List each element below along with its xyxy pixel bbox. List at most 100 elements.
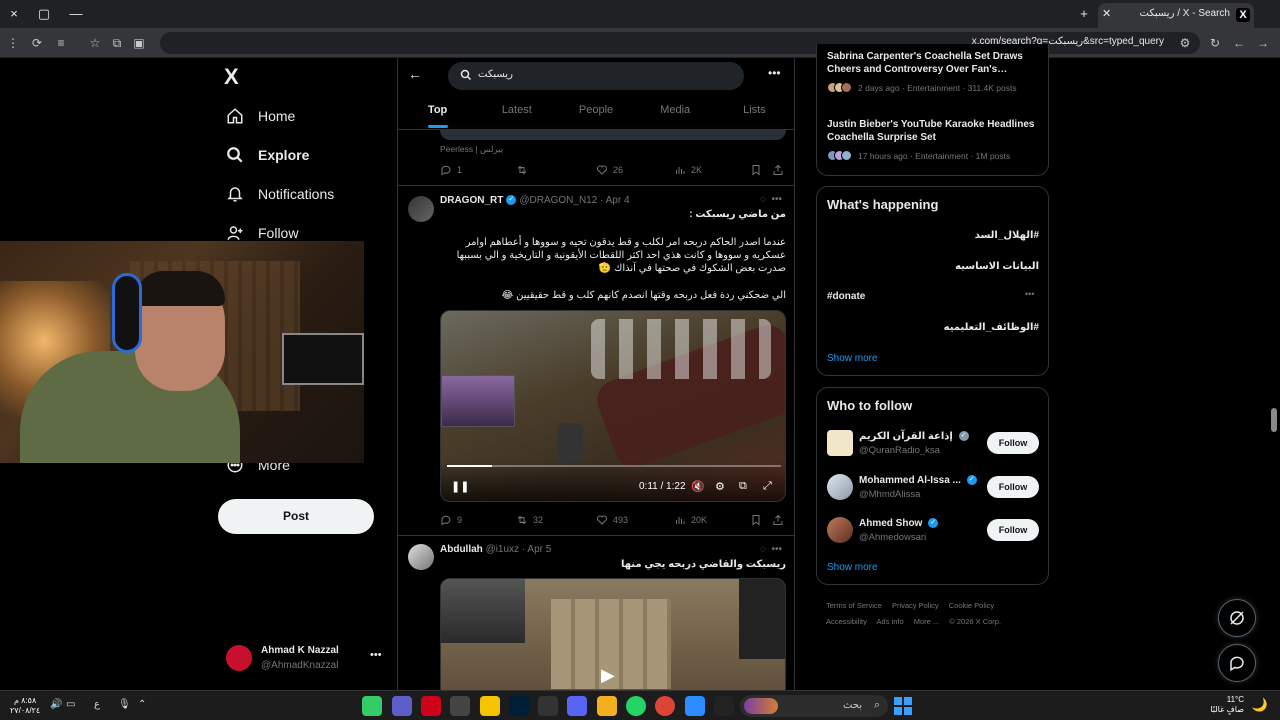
follow-button[interactable]: Follow [987, 432, 1039, 454]
avatar[interactable] [408, 544, 434, 570]
follow-button[interactable]: Follow [987, 519, 1039, 541]
app-adobe-icon[interactable] [421, 696, 441, 716]
views-button[interactable]: 2K [674, 164, 702, 176]
footer-link[interactable]: Cookie Policy [949, 601, 994, 610]
app-mouse-icon[interactable] [538, 696, 558, 716]
app-discord-icon[interactable] [567, 696, 587, 716]
nav-item-notifications[interactable]: Notifications [226, 180, 334, 208]
grok-icon[interactable]: ◌ [760, 544, 766, 555]
window-minimize-button[interactable]: — [66, 4, 86, 24]
install-app-icon[interactable]: ⧉ [108, 33, 126, 53]
repost-button[interactable]: 32 [516, 514, 543, 526]
site-settings-icon[interactable]: ⚙ [1176, 33, 1194, 53]
avatar[interactable] [827, 517, 853, 543]
app-obs-icon[interactable] [450, 696, 470, 716]
share-button[interactable] [772, 514, 784, 526]
post-button[interactable]: Post [218, 499, 374, 534]
microphone-icon[interactable]: 🎙 [118, 699, 131, 710]
pause-icon[interactable]: ❚❚ [451, 480, 469, 493]
extension-icon[interactable]: ⟳ [28, 33, 46, 53]
new-tab-button[interactable]: + [1074, 4, 1094, 24]
tweet-video[interactable]: ❚❚ 0:11 / 1:22 🔇 ⚙ ⧉ ⤢ [440, 310, 786, 502]
more-dots-icon[interactable]: ••• [370, 649, 382, 661]
follow-button[interactable]: Follow [987, 476, 1039, 498]
repost-button[interactable] [516, 164, 528, 176]
network-icon[interactable]: ▭ [66, 699, 75, 710]
views-button[interactable]: 20K [674, 514, 707, 526]
windows-start-icon[interactable] [894, 697, 912, 715]
playlist-icon[interactable]: ≡ [52, 33, 70, 53]
tweet-author[interactable]: Abdullah @i1uxz · Apr 5 [440, 544, 551, 555]
app-chrome-icon[interactable] [655, 696, 675, 716]
footer-link[interactable]: More ... [914, 617, 939, 626]
app-whatsapp-icon[interactable] [626, 696, 646, 716]
tweet[interactable]: DRAGON_RT ✓ @DRAGON_N12 · Apr 4 ◌ ••• من م… [398, 186, 794, 536]
avatar[interactable] [408, 196, 434, 222]
footer-link[interactable]: Privacy Policy [892, 601, 939, 610]
tweet-partial[interactable]: Peerless | بيرلس 1 26 2K [398, 124, 794, 186]
follow-suggestion[interactable]: Mohammed Al-Issa ... ✓ @MhmdAlissa Follo… [827, 472, 1039, 506]
tweet[interactable]: Abdullah @i1uxz · Apr 5 ◌ ••• ريسبكت وال… [398, 536, 794, 690]
app-notes-icon[interactable] [480, 696, 500, 716]
trend-title[interactable]: Justin Bieber's YouTube Karaoke Headline… [827, 118, 1039, 144]
app-epic-games-icon[interactable] [714, 696, 734, 716]
reply-button[interactable]: 1 [440, 164, 462, 176]
back-icon[interactable]: ← [1230, 33, 1248, 53]
footer-link[interactable]: Ads info [877, 617, 904, 626]
mute-icon[interactable]: 🔇 [691, 480, 705, 493]
nav-item-explore[interactable]: Explore [226, 141, 309, 169]
taskbar-clock[interactable]: ٨:٥٨ م ٢٧/٠٨/٢٤ [10, 696, 40, 716]
search-input[interactable]: ريسبكت [448, 62, 744, 90]
weather-widget[interactable]: 11°C صافٍ غالبًا [1210, 695, 1244, 715]
pip-icon[interactable]: ⧉ [739, 480, 747, 493]
suggestion-name[interactable]: إذاعة القرآن الكريم ✓ [859, 431, 972, 442]
like-button[interactable]: 26 [596, 164, 623, 176]
more-dots-icon[interactable]: ••• [771, 544, 782, 555]
input-language[interactable]: ع [94, 699, 100, 710]
footer-link[interactable]: Terms of Service [826, 601, 882, 610]
tweet-video[interactable]: ▶ [440, 578, 786, 690]
tweet-menu[interactable]: ◌ ••• [760, 194, 782, 205]
tab-lists[interactable]: Lists [715, 96, 794, 130]
tab-close-icon[interactable]: ✕ [1102, 7, 1111, 20]
account-switcher[interactable]: Ahmad K Nazzal @AhmadKnazzal ••• [226, 643, 386, 675]
back-arrow-icon[interactable]: ← [408, 66, 422, 82]
x-logo-icon[interactable]: X [224, 64, 239, 90]
play-icon[interactable]: ▶ [601, 665, 615, 686]
trend-item[interactable]: #الهلال_السد [827, 230, 1039, 241]
follow-suggestion[interactable]: Ahmed Show ✓ @Ahmedowsari Follow [827, 515, 1039, 549]
settings-gear-icon[interactable]: ⚙ [715, 480, 725, 493]
video-progress-bar[interactable] [447, 465, 781, 467]
app-zoom-icon[interactable] [685, 696, 705, 716]
more-dots-icon[interactable]: ••• [1025, 289, 1034, 299]
search-query[interactable]: ريسبكت [478, 69, 513, 80]
messages-button[interactable] [1218, 644, 1256, 682]
tab-top[interactable]: Top [398, 96, 477, 130]
forward-icon[interactable]: → [1254, 33, 1272, 53]
suggestion-name[interactable]: Mohammed Al-Issa ... ✓ [859, 475, 980, 486]
trend-item[interactable]: البيانات الاساسيه [827, 261, 1039, 272]
grok-button[interactable] [1218, 599, 1256, 637]
app-photoshop-icon[interactable] [509, 696, 529, 716]
more-dots-icon[interactable]: ••• [768, 66, 781, 80]
avatar[interactable] [827, 430, 853, 456]
trend-item[interactable]: #donate [827, 291, 1039, 302]
grok-icon[interactable]: ◌ [760, 194, 766, 205]
tweet-menu[interactable]: ◌ ••• [760, 544, 782, 555]
show-more-link[interactable]: Show more [827, 562, 878, 573]
reload-icon[interactable]: ↻ [1206, 33, 1224, 53]
author-name[interactable]: Abdullah [440, 544, 483, 555]
window-maximize-button[interactable]: ▢ [34, 4, 54, 24]
tab-latest[interactable]: Latest [477, 96, 556, 130]
tweet-author[interactable]: DRAGON_RT ✓ @DRAGON_N12 · Apr 4 [440, 195, 630, 206]
reply-button[interactable]: 9 [440, 514, 462, 526]
bookmark-button[interactable] [750, 164, 762, 176]
page-scrollbar[interactable] [1268, 58, 1280, 690]
browser-tab-active[interactable]: ✕ ريسبكت / X - Search X [1098, 3, 1254, 28]
tab-media[interactable]: Media [636, 96, 715, 130]
app-file-explorer-icon[interactable] [597, 696, 617, 716]
more-dots-icon[interactable]: ••• [771, 194, 782, 205]
trend-item[interactable]: #الوظائف_التعليميه [827, 322, 1039, 333]
taskbar-search[interactable]: بحث ⌕ [740, 695, 888, 717]
app-teams-icon[interactable] [392, 696, 412, 716]
